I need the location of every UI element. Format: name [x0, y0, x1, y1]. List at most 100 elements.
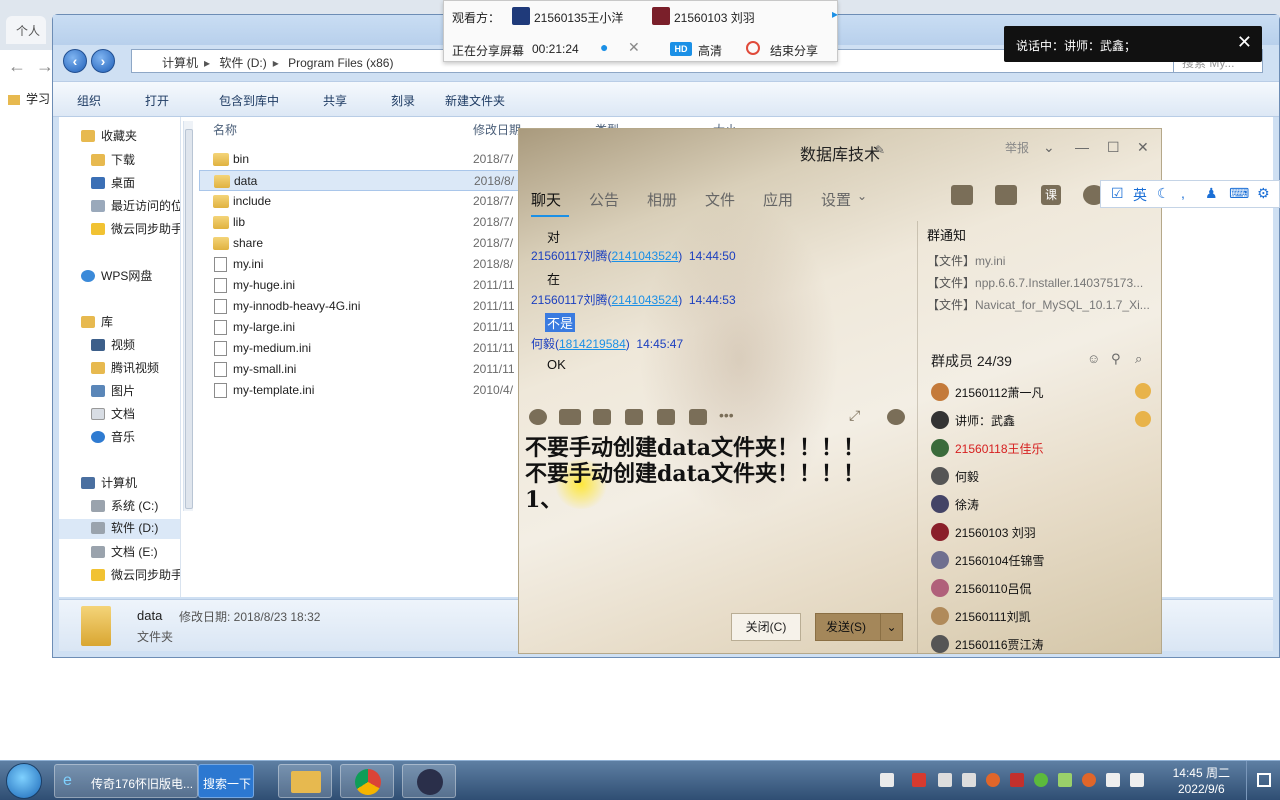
tray-check-icon[interactable]: [880, 773, 894, 787]
send-button[interactable]: 发送(S) ⌄: [815, 613, 903, 641]
column-name[interactable]: 名称: [213, 121, 237, 138]
viewer-name[interactable]: 21560103 刘羽: [674, 9, 755, 26]
sender-qq-link[interactable]: 2141043524: [612, 249, 679, 263]
nav-drive-d[interactable]: 软件 (D:): [59, 519, 180, 539]
organize-button[interactable]: 组织: [77, 92, 101, 109]
member-item[interactable]: 21560110吕侃: [931, 575, 1157, 603]
close-button[interactable]: ✕: [1137, 139, 1149, 156]
ime-language[interactable]: 英: [1133, 185, 1147, 205]
nav-scrollbar[interactable]: [183, 121, 193, 511]
scroll-right-icon[interactable]: ▸: [832, 7, 838, 21]
keyboard-icon[interactable]: ⌨: [1229, 185, 1249, 202]
network-icon[interactable]: [1130, 773, 1144, 787]
task-explorer[interactable]: [278, 764, 332, 798]
member-item[interactable]: 何毅: [931, 463, 1157, 491]
ime-checkbox-icon[interactable]: ☑: [1111, 185, 1124, 202]
gear-icon[interactable]: ⚙: [1257, 185, 1270, 202]
nav-drive-e[interactable]: 文档 (E:): [91, 543, 158, 563]
folder-icon[interactable]: [625, 409, 643, 425]
member-item[interactable]: 21560118王佳乐: [931, 435, 1157, 463]
user-icon[interactable]: ♟: [1205, 185, 1218, 202]
burn-button[interactable]: 刻录: [391, 92, 415, 109]
member-item[interactable]: 徐涛: [931, 491, 1157, 519]
volume-muted-icon[interactable]: [1106, 773, 1120, 787]
moon-icon[interactable]: ☾: [1157, 185, 1170, 202]
breadcrumb-folder[interactable]: Program Files (x86): [288, 56, 393, 70]
tray-icon[interactable]: [962, 773, 976, 787]
tab-chat[interactable]: 聊天: [531, 189, 561, 210]
tab-settings[interactable]: 设置: [821, 189, 851, 210]
chevron-down-icon[interactable]: ⌄: [880, 614, 902, 640]
tab-files[interactable]: 文件: [705, 189, 735, 210]
nav-wps[interactable]: WPS网盘: [81, 267, 152, 287]
maximize-button[interactable]: ☐: [1107, 139, 1120, 156]
sender-qq-link[interactable]: 2141043524: [612, 293, 679, 307]
scissors-icon[interactable]: [593, 409, 611, 425]
more-icon[interactable]: •••: [719, 407, 734, 423]
column-date[interactable]: 修改日期: [473, 121, 521, 138]
nav-desktop[interactable]: 桌面: [91, 174, 135, 194]
member-item[interactable]: 21560112萧一凡: [931, 379, 1157, 407]
image-icon[interactable]: [657, 409, 675, 425]
microphone-icon[interactable]: ●: [600, 39, 608, 55]
include-library-button[interactable]: 包含到库中: [219, 92, 279, 109]
browser-tab[interactable]: 个人: [6, 16, 46, 44]
nav-documents[interactable]: 文档: [91, 405, 135, 425]
tab-announcement[interactable]: 公告: [589, 189, 619, 210]
nav-videos[interactable]: 视频: [91, 336, 135, 356]
nav-library[interactable]: 库: [81, 313, 113, 333]
start-button[interactable]: [6, 763, 42, 799]
notice-item[interactable]: 【文件】my.ini: [927, 252, 1157, 274]
report-button[interactable]: 举报: [1005, 139, 1029, 156]
chevron-down-icon[interactable]: ⌄: [857, 189, 867, 203]
back-button[interactable]: ‹: [63, 49, 87, 73]
tab-apps[interactable]: 应用: [763, 189, 793, 210]
member-item[interactable]: 21560104任锦雪: [931, 547, 1157, 575]
tray-icon[interactable]: [986, 773, 1000, 787]
open-button[interactable]: 打开: [145, 92, 169, 109]
edit-icon[interactable]: ✎: [875, 143, 885, 157]
share-button[interactable]: 共享: [323, 92, 347, 109]
nav-weiyun[interactable]: 微云同步助手: [91, 220, 180, 240]
notice-item[interactable]: 【文件】npp.6.6.7.Installer.140375173...: [927, 274, 1157, 296]
nav-favorites[interactable]: 收藏夹: [81, 127, 137, 147]
history-icon[interactable]: [887, 409, 905, 425]
task-qq[interactable]: [402, 764, 456, 798]
bookmark-label[interactable]: 学习: [26, 92, 50, 106]
breadcrumb-computer[interactable]: 计算机: [162, 56, 198, 70]
nav-pictures[interactable]: 图片: [91, 382, 135, 402]
task-search[interactable]: 搜索一下: [198, 764, 254, 798]
wps-tray-icon[interactable]: [912, 773, 926, 787]
nav-recent[interactable]: 最近访问的位置: [91, 197, 180, 217]
gif-icon[interactable]: [559, 409, 581, 425]
tray-icon[interactable]: [1034, 773, 1048, 787]
notice-item[interactable]: 【文件】Navicat_for_MySQL_10.1.7_Xi...: [927, 296, 1157, 318]
new-folder-button[interactable]: 新建文件夹: [445, 92, 505, 109]
expand-icon[interactable]: ⤢: [849, 407, 860, 424]
video-call-icon[interactable]: [995, 185, 1017, 205]
add-member-icon[interactable]: ⚲: [1111, 351, 1121, 367]
nav-drive-c[interactable]: 系统 (C:): [91, 497, 158, 517]
message-input[interactable]: 不要手动创建data文件夹！！！！ 不要手动创建data文件夹！！！！ 1、: [525, 435, 915, 535]
close-icon[interactable]: ✕: [1237, 32, 1252, 53]
minimize-button[interactable]: —: [1075, 139, 1089, 155]
member-settings-icon[interactable]: ☺: [1087, 351, 1100, 366]
tray-icon[interactable]: [1082, 773, 1096, 787]
task-browser[interactable]: e 传奇176怀旧版电...: [54, 764, 198, 798]
class-icon[interactable]: 课: [1041, 185, 1061, 205]
quality-label[interactable]: 高清: [698, 42, 722, 59]
end-share-button[interactable]: 结束分享: [770, 42, 818, 59]
forward-button[interactable]: ›: [91, 49, 115, 73]
search-icon[interactable]: ⌕: [1135, 351, 1142, 367]
scroll-thumb[interactable]: [185, 129, 193, 509]
punctuation-icon[interactable]: ,: [1181, 185, 1185, 201]
member-item[interactable]: 21560103 刘羽: [931, 519, 1157, 547]
emoji-icon[interactable]: [529, 409, 547, 425]
viewer-name[interactable]: 21560135王小洋: [534, 9, 623, 26]
nav-downloads[interactable]: 下载: [91, 151, 135, 171]
show-desktop-button[interactable]: [1246, 761, 1280, 800]
task-chrome[interactable]: [340, 764, 394, 798]
back-arrow-icon[interactable]: ←: [8, 56, 26, 77]
speaker-muted-icon[interactable]: ✕: [628, 39, 640, 56]
phone-call-icon[interactable]: [951, 185, 973, 205]
